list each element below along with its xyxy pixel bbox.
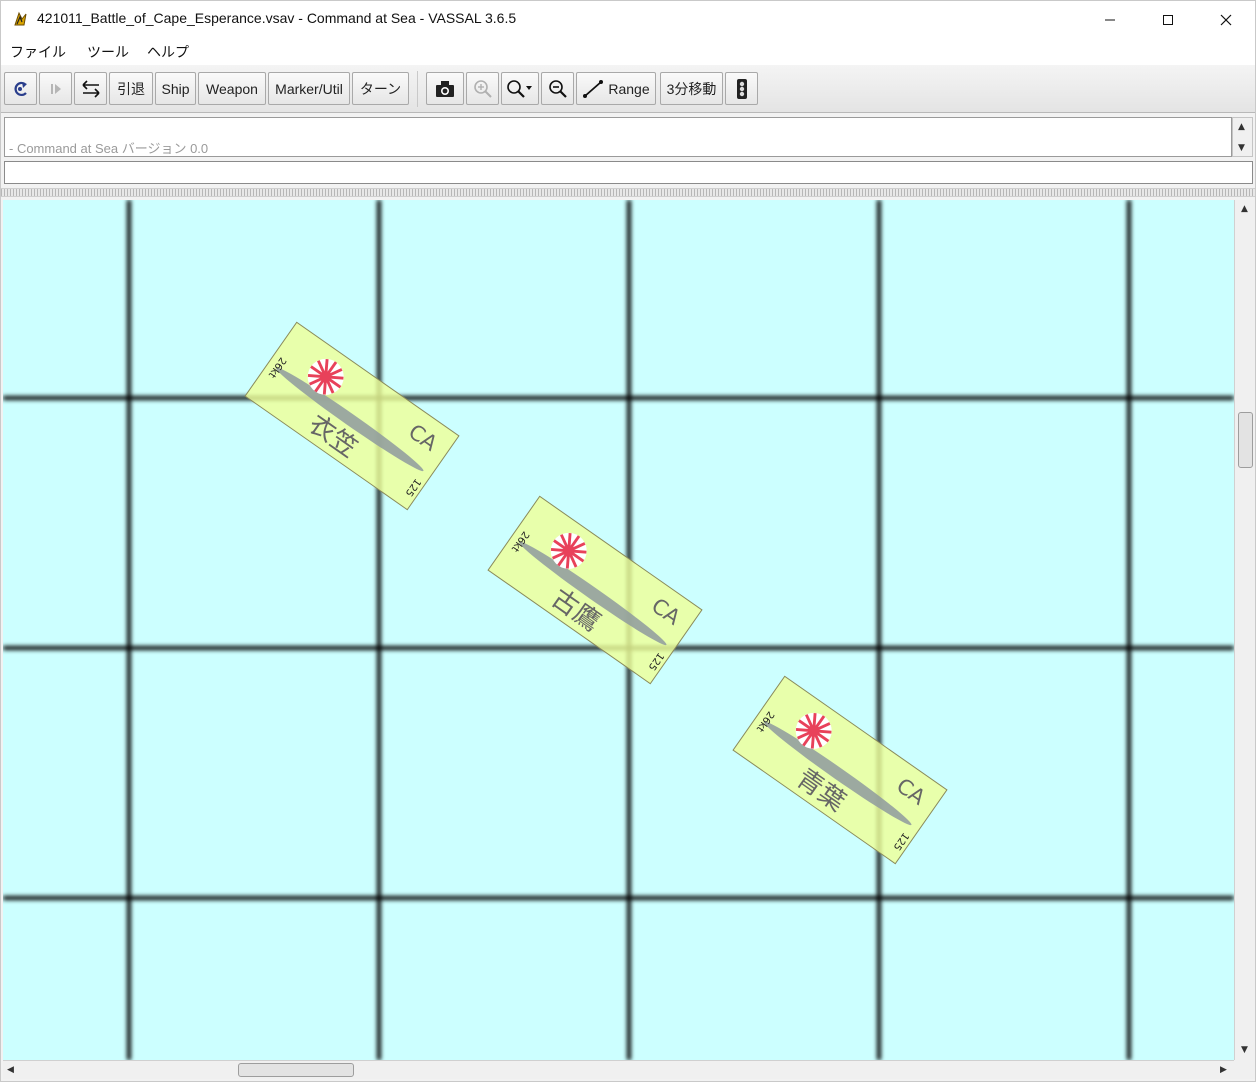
close-icon xyxy=(1220,14,1232,26)
map-board[interactable]: CA 衣笠 26kt 125 CA 古鷹 26kt 125 CA 青葉 26kt… xyxy=(3,200,1234,1060)
turn-button[interactable]: ターン xyxy=(352,72,409,105)
map-horizontal-scrollbar[interactable]: ◀ ▶ xyxy=(3,1060,1234,1079)
zoom-out-icon xyxy=(548,79,567,98)
undo-icon xyxy=(14,81,27,96)
zoom-in-button[interactable] xyxy=(466,72,499,105)
menu-bar: ファイル ツール ヘルプ xyxy=(1,39,1255,65)
range-label: Range xyxy=(608,80,650,97)
zoom-select-icon xyxy=(507,79,532,98)
map-vertical-scrollbar[interactable]: ▲ ▼ xyxy=(1234,200,1255,1060)
ship-counter-aoba[interactable]: CA 青葉 26kt 125 xyxy=(732,675,948,865)
vassal-icon xyxy=(14,11,27,26)
window-title: 421011_Battle_of_Cape_Esperance.vsav - C… xyxy=(37,10,517,26)
scroll-right-icon[interactable]: ▶ xyxy=(1220,1065,1227,1075)
three-minute-move-button[interactable]: 3分移動 xyxy=(660,72,723,105)
scroll-up-icon[interactable]: ▲ xyxy=(1241,204,1248,214)
marker-util-button[interactable]: Marker/Util xyxy=(268,72,350,105)
minimize-button[interactable] xyxy=(1081,1,1139,39)
scroll-down-icon[interactable]: ▼ xyxy=(1238,143,1245,153)
close-button[interactable] xyxy=(1197,1,1255,39)
weapon-button[interactable]: Weapon xyxy=(198,72,266,105)
camera-icon xyxy=(436,80,454,97)
menu-help[interactable]: ヘルプ xyxy=(147,42,189,62)
menu-tools[interactable]: ツール xyxy=(87,42,129,62)
scrollbar-corner xyxy=(1234,1060,1255,1079)
ship-counter-furutaka[interactable]: CA 古鷹 26kt 125 xyxy=(487,495,703,685)
undo-button[interactable] xyxy=(4,72,37,105)
zoom-select-button[interactable] xyxy=(501,72,539,105)
traffic-light-button[interactable] xyxy=(725,72,758,105)
scroll-down-icon[interactable]: ▼ xyxy=(1241,1045,1248,1055)
chat-log[interactable]: - Command at Sea バージョン 0.0 xyxy=(4,117,1232,157)
swap-arrows-icon xyxy=(81,79,100,98)
swap-button[interactable] xyxy=(74,72,107,105)
scroll-up-icon[interactable]: ▲ xyxy=(1238,122,1245,132)
zoom-in-icon xyxy=(473,79,492,98)
title-bar: 421011_Battle_of_Cape_Esperance.vsav - C… xyxy=(1,1,1255,39)
retreat-button[interactable]: 引退 xyxy=(109,72,153,105)
horizontal-scroll-thumb[interactable] xyxy=(238,1063,354,1077)
scroll-left-icon[interactable]: ◀ xyxy=(7,1065,14,1075)
traffic-light-icon xyxy=(736,78,747,99)
app-window: 421011_Battle_of_Cape_Esperance.vsav - C… xyxy=(0,0,1256,1082)
menu-file[interactable]: ファイル xyxy=(10,42,66,62)
toolbar: 引退 Ship Weapon Marker/Util ターン Range 3分移… xyxy=(1,65,1255,113)
range-button[interactable]: Range xyxy=(576,72,656,105)
ship-counter-kinugasa[interactable]: CA 衣笠 26kt 125 xyxy=(244,321,460,511)
step-forward-button[interactable] xyxy=(39,72,72,105)
map-view[interactable]: CA 衣笠 26kt 125 CA 古鷹 26kt 125 CA 青葉 26kt… xyxy=(3,200,1234,1060)
chat-log-line: - Command at Sea バージョン 0.0 xyxy=(9,141,209,156)
ship-button[interactable]: Ship xyxy=(155,72,196,105)
screenshot-button[interactable] xyxy=(426,72,464,105)
split-pane-divider[interactable] xyxy=(1,188,1255,197)
step-forward-icon xyxy=(50,83,61,94)
range-ruler-icon xyxy=(583,79,604,98)
vertical-scroll-thumb[interactable] xyxy=(1238,412,1253,468)
chat-scrollbar[interactable]: ▲ ▼ xyxy=(1232,117,1253,157)
zoom-out-button[interactable] xyxy=(541,72,574,105)
minimize-icon xyxy=(1105,19,1115,21)
toolbar-separator xyxy=(417,71,418,107)
maximize-icon xyxy=(1163,15,1173,25)
maximize-button[interactable] xyxy=(1139,1,1197,39)
chat-input[interactable] xyxy=(4,161,1253,184)
